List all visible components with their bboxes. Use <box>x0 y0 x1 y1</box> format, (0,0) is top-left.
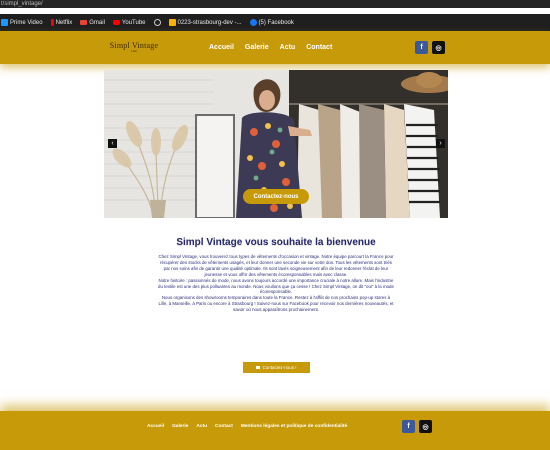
page-title: Simpl Vintage vous souhaite la bienvenue <box>176 237 376 248</box>
footer-social: f ◎ <box>402 420 432 433</box>
site-logo[interactable]: Simpl Vintage Lille <box>106 41 162 53</box>
carousel-prev-button[interactable]: ‹ <box>108 139 117 148</box>
story-paragraph: Notre histoire : passionnés de mode, nou… <box>158 277 394 295</box>
main-nav: Accueil Galerie Actu Contact <box>209 44 332 51</box>
bookmark-label: YouTube <box>121 19 146 26</box>
intro-paragraph: Chez Simpl Vintage, vous trouverez tous … <box>158 254 394 277</box>
bookmark-icon <box>168 19 176 26</box>
bookmark-gmail[interactable]: Gmail <box>80 20 105 26</box>
bookmark-label: Prime Video <box>10 19 43 26</box>
footer-nav: Accueil Galerie Actu Contact Mentions lé… <box>147 424 347 429</box>
bookmark-label: (5) Facebook <box>258 19 294 26</box>
bookmark-label: 0223-strasbourg-dev -... <box>177 19 242 26</box>
bookmark-strasbourg-dev[interactable]: 0223-strasbourg-dev -... <box>168 19 242 26</box>
globe-icon <box>153 19 161 26</box>
bookmark-facebook[interactable]: (5) Facebook <box>249 19 294 26</box>
bookmark-youtube[interactable]: YouTube <box>112 19 146 26</box>
instagram-icon[interactable]: ◎ <box>419 420 432 433</box>
contact-button[interactable]: Contactez-nous ! <box>243 362 310 373</box>
header-social: f ◎ <box>415 41 445 54</box>
youtube-icon <box>112 20 120 25</box>
nav-galerie[interactable]: Galerie <box>245 44 269 51</box>
nav-contact[interactable]: Contact <box>306 44 332 51</box>
facebook-icon[interactable]: f <box>402 420 415 433</box>
instagram-icon[interactable]: ◎ <box>432 41 445 54</box>
bookmark-prime-video[interactable]: Prime Video <box>1 19 43 26</box>
footer-nav-accueil[interactable]: Accueil <box>147 424 164 429</box>
bookmarks-bar: Prime Video Netflix Gmail YouTube 0223-s… <box>0 14 550 31</box>
footer-nav-contact[interactable]: Contact <box>215 424 233 429</box>
bookmark-netflix[interactable]: Netflix <box>50 19 73 26</box>
netflix-icon <box>50 19 54 26</box>
prime-video-icon <box>1 19 8 26</box>
facebook-icon[interactable]: f <box>415 41 428 54</box>
carousel-next-button[interactable]: › <box>436 139 445 148</box>
footer-nav-legal[interactable]: Mentions légales et politique de confide… <box>241 424 347 429</box>
hero-contact-button[interactable]: Contactez-nous <box>243 189 309 204</box>
events-paragraph: Nous organisons des showrooms temporaire… <box>158 295 394 313</box>
nav-accueil[interactable]: Accueil <box>209 44 234 51</box>
bookmark-label: Gmail <box>89 19 105 26</box>
footer-nav-actu[interactable]: Actu <box>196 424 207 429</box>
gmail-icon <box>80 20 88 25</box>
address-bar[interactable]: t/simpl_vintage/ <box>0 0 550 8</box>
site-footer <box>0 411 550 450</box>
contact-button-label: Contactez-nous ! <box>262 365 297 370</box>
bookmark-label: Netflix <box>55 19 73 26</box>
mail-icon <box>256 366 261 369</box>
welcome-text: Chez Simpl Vintage, vous trouverez tous … <box>158 254 394 313</box>
bookmark-globe[interactable] <box>153 19 161 26</box>
nav-actu[interactable]: Actu <box>280 44 296 51</box>
footer-nav-galerie[interactable]: Galerie <box>172 424 188 429</box>
facebook-icon <box>249 19 257 26</box>
